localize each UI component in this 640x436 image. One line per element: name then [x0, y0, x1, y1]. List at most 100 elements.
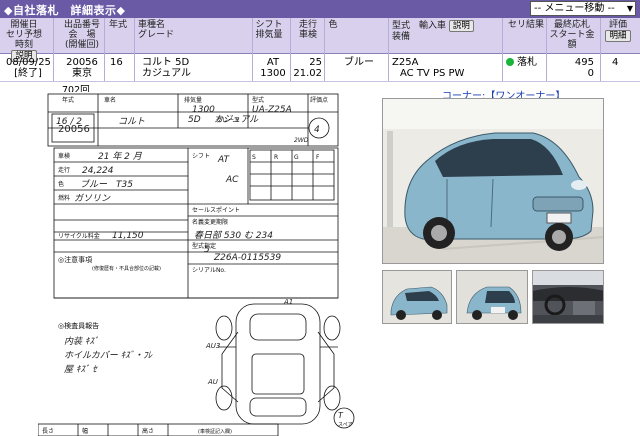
listing-color: ブルー: [344, 57, 374, 68]
cell-result: 落札: [506, 57, 537, 68]
listing-year: 16: [110, 57, 123, 68]
svg-text:セールスポイント: セールスポイント: [192, 206, 240, 214]
cell-lot: 20056 東京: [62, 57, 102, 79]
svg-text:リサイクル料金: リサイクル料金: [58, 232, 100, 240]
listing-start-price: 0: [587, 68, 594, 79]
header-session-label: (開催回): [64, 40, 100, 50]
svg-text:1300: 1300: [192, 105, 215, 115]
listing-venue: 東京: [72, 68, 92, 79]
svg-text:5: 5: [204, 245, 210, 255]
header-name-label: 車種名: [138, 20, 166, 30]
cell-date: 08/09/25 [終了]: [6, 57, 51, 79]
listing-equipment: AC TV PS PW: [400, 68, 465, 79]
header-final-bid-label: 最終応札: [553, 20, 590, 30]
main-car-photo[interactable]: [382, 98, 604, 264]
listing-shift: AT: [266, 57, 280, 68]
svg-text:5D: 5D: [188, 115, 201, 125]
svg-text:高さ: 高さ: [142, 427, 154, 435]
interior-photo-icon: [533, 271, 603, 323]
svg-text:R: R: [274, 154, 278, 161]
listing-status: [終了]: [14, 68, 42, 79]
listing-lot: 20056: [66, 57, 98, 68]
header-model-label: 型式 輸入車: [392, 21, 447, 31]
cell-shift: AT 1300: [258, 57, 288, 79]
sheet-label-displacement: 排気量: [184, 96, 202, 104]
listing-header: 開催日 セリ予想時刻 説明 出品番号 会 場 (開催回) 年式 車種名 グレード…: [0, 18, 640, 62]
svg-text:名義変更期限: 名義変更期限: [192, 218, 228, 226]
svg-text:4: 4: [314, 125, 320, 135]
chevron-down-icon: ▼: [626, 4, 633, 13]
header-displacement-label: 排気量: [255, 30, 283, 40]
header-year: 年式: [108, 20, 127, 30]
header-venue-label: 会 場: [68, 30, 96, 40]
header-equipment-label: 装備: [392, 32, 411, 42]
page-title: ◆自社落札 詳細表示◆: [4, 4, 126, 17]
rating-detail-button[interactable]: 明細: [605, 30, 631, 42]
cell-model: Z25A AC TV PS PW: [392, 57, 464, 79]
svg-text:カジュアル: カジュアル: [214, 114, 259, 125]
header-color: 色: [328, 20, 338, 30]
svg-text:型式: 型式: [252, 96, 264, 104]
svg-text:AU: AU: [207, 378, 218, 386]
listing-result: 落札: [517, 57, 537, 68]
svg-text:21 年 2 月: 21 年 2 月: [98, 151, 143, 162]
svg-text:ブルー T35: ブルー T35: [80, 179, 133, 190]
thumb-photo-rear[interactable]: [456, 270, 528, 324]
menu-select-value: -- メニュー移動 --: [534, 3, 615, 14]
svg-text:◎検査員報告: ◎検査員報告: [58, 321, 99, 330]
listing-name: コルト 5D: [142, 57, 190, 68]
car-photo-icon: [383, 99, 603, 263]
svg-text:◎注意事項: ◎注意事項: [58, 255, 92, 264]
header-date-sub: セリ予想時刻: [5, 30, 42, 50]
header-start-price-label: スタート金額: [549, 30, 595, 50]
svg-text:F: F: [316, 154, 320, 161]
svg-text:AU3: AU3: [205, 342, 220, 350]
header-mileage: 走行 車検: [296, 20, 320, 40]
svg-text:UA-Z25A: UA-Z25A: [252, 105, 292, 115]
svg-text:燃料: 燃料: [58, 194, 70, 202]
auction-sheet-image: 年式 車名 排気量 型式 評価点 グレード 車検 走行 色 燃料 シフト SRG…: [38, 92, 376, 436]
svg-text:シリアルNo.: シリアルNo.: [192, 267, 226, 274]
header-lot: 出品番号 会 場 (開催回): [58, 20, 106, 50]
car-photo-icon: [457, 271, 527, 323]
listing-grade: カジュアル: [142, 68, 191, 79]
svg-text:2WD: 2WD: [294, 137, 309, 144]
sheet-label-score: 評価点: [310, 96, 328, 104]
svg-text:屋 ｷｽﾞ ｾ: 屋 ｷｽﾞ ｾ: [64, 364, 98, 375]
cell-name: コルト 5D カジュアル: [142, 57, 191, 79]
svg-text:シフト: シフト: [192, 153, 210, 160]
cell-mileage: 25 21.02: [292, 57, 322, 79]
title-bar: ◆自社落札 詳細表示◆ -- メニュー移動 -- ▼: [0, 0, 640, 18]
listing-date: 08/09/25: [6, 57, 51, 68]
svg-text:コルト: コルト: [118, 117, 145, 127]
menu-select[interactable]: -- メニュー移動 -- ▼: [530, 1, 636, 16]
listing-row[interactable]: 08/09/25 [終了] 20056 東京 16 コルト 5D カジュアル A…: [0, 55, 640, 82]
header-rating-label: 評価: [608, 20, 627, 30]
thumb-photo-interior[interactable]: [532, 270, 604, 324]
car-photo-icon: [383, 271, 451, 323]
svg-text:内装 ｷｽﾞ: 内装 ｷｽﾞ: [64, 336, 98, 347]
header-shift-label: シフト: [255, 20, 283, 30]
listing-displacement: 1300: [260, 68, 286, 79]
listing-final-bid: 495: [574, 57, 594, 68]
cell-price: 495 0: [548, 57, 594, 79]
header-name: 車種名 グレード: [138, 20, 208, 40]
header-mileage-label: 走行: [298, 20, 317, 30]
svg-text:G: G: [294, 154, 299, 161]
svg-text:16 / 2: 16 / 2: [56, 117, 82, 127]
header-shift: シフト 排気量: [254, 20, 284, 40]
svg-text:(修復歴有・不具合部位の記載): (修復歴有・不具合部位の記載): [92, 265, 161, 272]
svg-text:AC: AC: [225, 175, 239, 185]
svg-text:AT: AT: [217, 155, 231, 165]
header-lot-label: 出品番号: [63, 20, 100, 30]
thumb-photo-front[interactable]: [382, 270, 452, 324]
header-model: 型式 輸入車 説明 装備: [392, 20, 500, 42]
svg-text:幅: 幅: [82, 427, 88, 435]
header-inspection-label: 車検: [298, 30, 317, 40]
header-date-label: 開催日: [10, 20, 38, 30]
sheet-label-year: 年式: [62, 96, 74, 104]
model-help-button[interactable]: 説明: [448, 20, 474, 32]
svg-text:A1: A1: [283, 298, 293, 306]
svg-text:11,150: 11,150: [112, 231, 144, 241]
svg-text:ガソリン: ガソリン: [74, 193, 111, 204]
